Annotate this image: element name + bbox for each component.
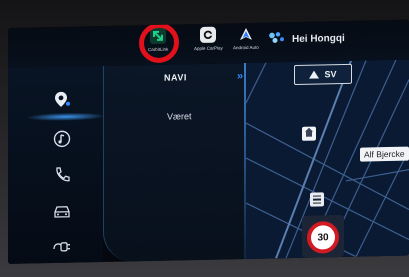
infotainment-screen: CarbitLink Apple CarPlay Android Auto He… <box>8 19 409 264</box>
sidebar-item-vehicle[interactable] <box>50 204 74 225</box>
speed-limit-value: 30 <box>317 231 329 244</box>
car-icon <box>52 203 72 224</box>
sidebar-item-media[interactable] <box>50 129 74 152</box>
map-menu-button[interactable] <box>310 192 324 207</box>
panel-title: NAVI <box>164 72 187 83</box>
menu-line <box>313 202 321 204</box>
navigation-map[interactable]: SV Alf Bjercke 30 <box>246 59 409 260</box>
menu-line <box>313 195 321 197</box>
heading-arrow-icon <box>309 65 320 83</box>
voice-assistant-icon <box>268 30 286 48</box>
building-icon <box>304 125 314 143</box>
sidebar-item-navigation[interactable] <box>50 90 74 113</box>
music-note-icon <box>53 129 71 152</box>
heading-label: SV <box>324 69 337 80</box>
poi-marker[interactable] <box>302 125 316 143</box>
sidebar-item-phone[interactable] <box>50 165 74 188</box>
heading-indicator[interactable]: SV <box>294 63 352 86</box>
sidebar-rail <box>8 66 106 264</box>
location-pin-icon <box>53 90 71 113</box>
android-auto-app[interactable]: Android Auto <box>233 26 259 51</box>
sidebar-item-charging[interactable] <box>50 239 74 260</box>
carplay-icon <box>200 26 217 43</box>
android-auto-icon <box>238 26 254 42</box>
charging-plug-icon <box>52 238 72 259</box>
apple-carplay-app[interactable]: Apple CarPlay <box>194 26 223 52</box>
menu-item-weather[interactable]: Været <box>167 111 192 122</box>
menu-line <box>313 198 321 201</box>
phone-icon <box>53 165 71 188</box>
android-auto-label: Android Auto <box>233 44 259 51</box>
expand-arrow-button[interactable]: » <box>237 70 243 82</box>
street-name-label: Alf Bjercke <box>360 146 409 162</box>
hongqi-label: Hei Hongqi <box>292 32 345 45</box>
apple-carplay-label: Apple CarPlay <box>194 45 223 52</box>
active-item-glow <box>26 111 106 122</box>
hongqi-voice-assistant[interactable]: Hei Hongqi <box>268 29 345 49</box>
navi-menu-panel: NAVI » Været <box>103 62 254 263</box>
highlight-circle <box>139 22 179 64</box>
